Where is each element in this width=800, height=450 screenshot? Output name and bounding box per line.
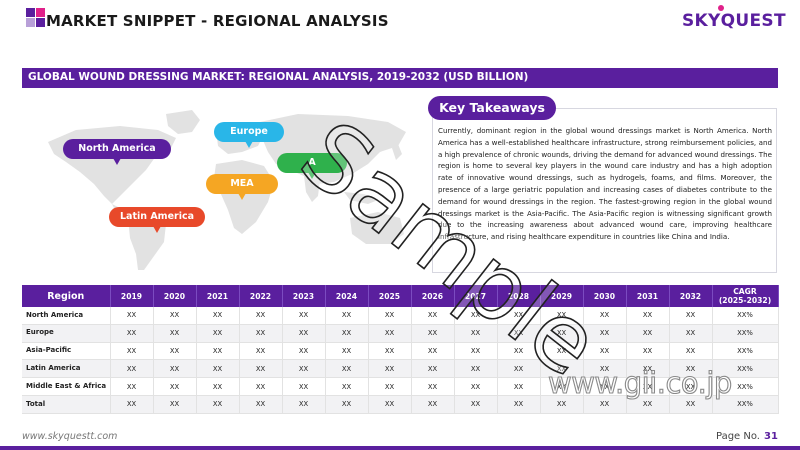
value-cell: XX	[196, 342, 240, 361]
value-cell: XX	[153, 324, 197, 343]
decorative-square-3	[26, 18, 35, 27]
col-header: 2020	[153, 285, 197, 307]
value-cell: XX	[153, 342, 197, 361]
value-cell: XX	[110, 342, 154, 361]
value-cell: XX	[196, 307, 240, 325]
slide: MARKET SNIPPET - REGIONAL ANALYSIS SKYQU…	[0, 0, 800, 450]
cagr-cell: XX%	[712, 324, 779, 343]
col-header: 2021	[196, 285, 240, 307]
value-cell: XX	[196, 395, 240, 414]
cagr-cell: XX%	[712, 307, 779, 325]
value-cell: XX	[110, 324, 154, 343]
value-cell: XX	[196, 324, 240, 343]
col-header: 2019	[110, 285, 154, 307]
row-region-name: Total	[22, 395, 111, 414]
col-header-cagr: CAGR (2025-2032)	[712, 285, 779, 307]
value-cell: XX	[110, 307, 154, 325]
footer-page-number: Page No. 31	[716, 431, 778, 442]
value-cell: XX	[153, 307, 197, 325]
value-cell: XX	[153, 395, 197, 414]
skyquest-logo: SKYQUEST	[682, 11, 786, 31]
value-cell: XX	[153, 377, 197, 396]
row-region-name: Middle East & Africa	[22, 377, 111, 396]
page-number: 31	[764, 431, 778, 442]
footer-bar	[0, 446, 800, 450]
page-label: Page No.	[716, 431, 760, 442]
col-header: Region	[22, 285, 111, 307]
row-region-name: Europe	[22, 324, 111, 343]
region-label-latin-america: Latin America	[109, 207, 205, 233]
map-north-america	[48, 126, 176, 204]
sample-watermark-text: Sample	[281, 101, 619, 398]
map-greenland	[166, 110, 200, 134]
cagr-cell: XX%	[712, 342, 779, 361]
row-region-name: Asia-Pacific	[22, 342, 111, 361]
row-region-name: North America	[22, 307, 111, 325]
value-cell: XX	[110, 377, 154, 396]
value-cell: XX	[110, 359, 154, 379]
row-region-name: Latin America	[22, 359, 111, 379]
decorative-square-2	[36, 8, 45, 17]
value-cell: XX	[153, 359, 197, 379]
region-label-north-america: North America	[63, 139, 171, 165]
value-cell: XX	[196, 377, 240, 396]
gii-watermark: www.gii.co.jp	[547, 365, 732, 400]
footer-website: www.skyquestt.com	[22, 431, 118, 442]
decorative-square-4	[36, 18, 45, 27]
value-cell: XX	[110, 395, 154, 414]
decorative-square-1	[26, 8, 35, 17]
value-cell: XX	[196, 359, 240, 379]
page-title: MARKET SNIPPET - REGIONAL ANALYSIS	[46, 12, 389, 30]
